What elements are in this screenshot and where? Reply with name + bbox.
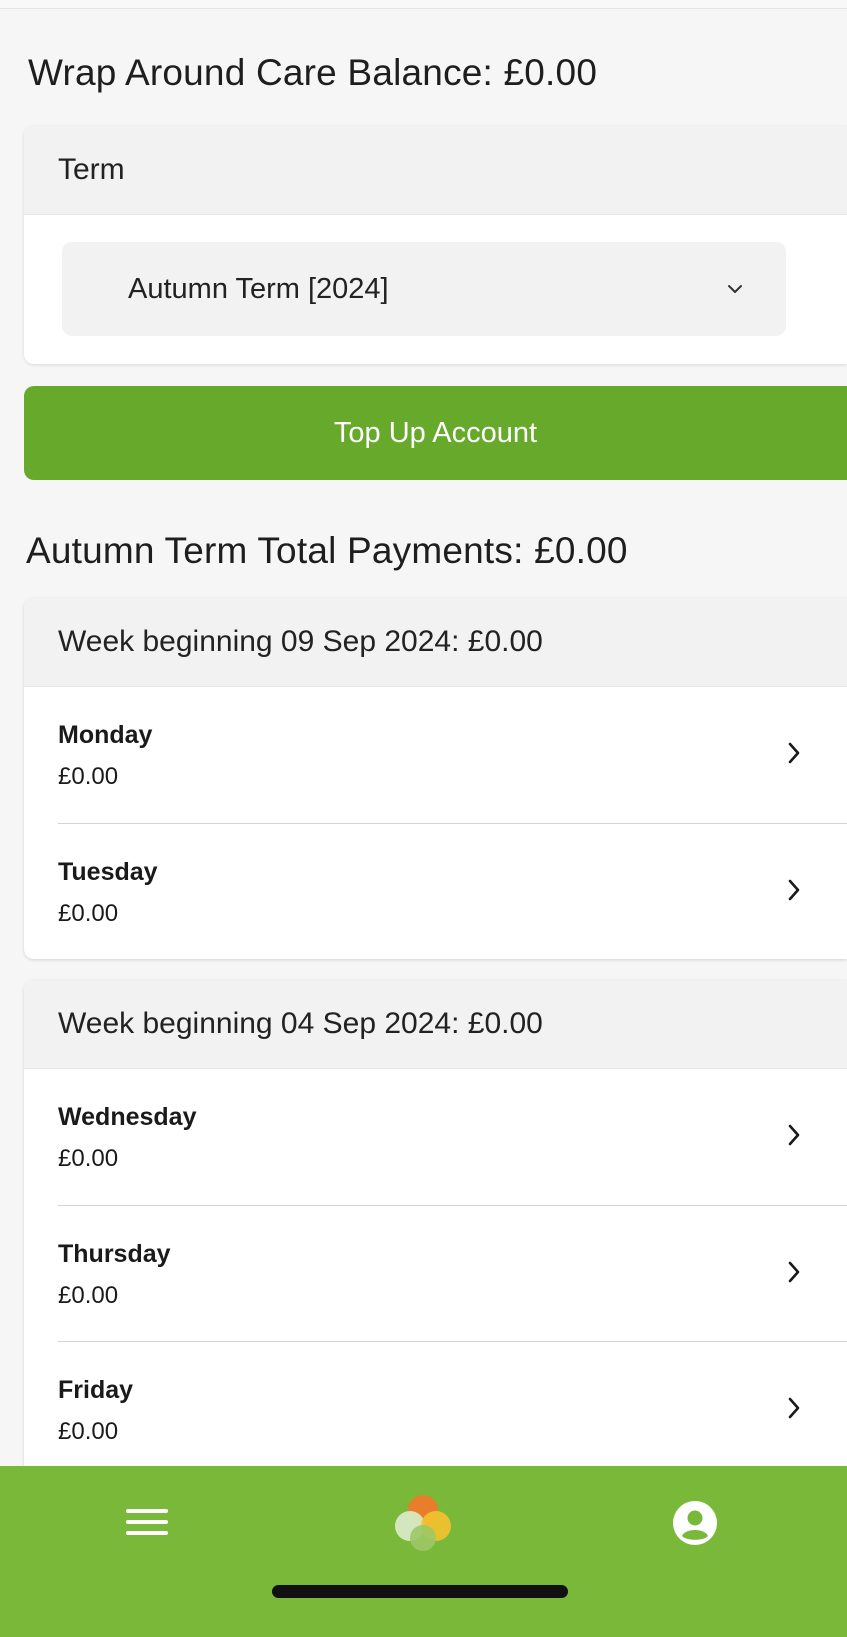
day-row-tuesday[interactable]: Tuesday £0.00 xyxy=(58,823,847,959)
day-row-wednesday[interactable]: Wednesday £0.00 xyxy=(58,1069,847,1205)
home-indicator xyxy=(272,1585,568,1598)
bottom-navigation xyxy=(0,1466,847,1637)
week-card: Week beginning 09 Sep 2024: £0.00 Monday… xyxy=(24,598,847,959)
day-amount: £0.00 xyxy=(58,763,119,790)
term-total-title: Autumn Term Total Payments: £0.00 xyxy=(26,530,628,571)
chevron-right-icon xyxy=(783,739,805,767)
status-area-divider xyxy=(0,0,847,9)
day-name: Wednesday xyxy=(58,1103,197,1131)
day-amount: £0.00 xyxy=(58,900,119,927)
chevron-right-icon xyxy=(783,876,805,904)
day-row-monday[interactable]: Monday £0.00 xyxy=(58,687,847,823)
day-amount: £0.00 xyxy=(58,1282,119,1309)
chevron-right-icon xyxy=(783,1121,805,1149)
week-card: Week beginning 04 Sep 2024: £0.00 Wednes… xyxy=(24,980,847,1477)
week-header: Week beginning 09 Sep 2024: £0.00 xyxy=(24,598,847,687)
day-name: Friday xyxy=(58,1376,134,1404)
day-name: Tuesday xyxy=(58,858,158,886)
day-amount: £0.00 xyxy=(58,1145,119,1172)
chevron-right-icon xyxy=(783,1394,805,1422)
chevron-down-icon xyxy=(724,278,746,300)
top-up-account-button[interactable]: Top Up Account xyxy=(24,386,847,480)
user-profile-icon[interactable] xyxy=(672,1500,718,1546)
day-row-friday[interactable]: Friday £0.00 xyxy=(58,1341,847,1477)
term-card-header: Term xyxy=(24,126,847,215)
term-select-value: Autumn Term [2024] xyxy=(128,272,389,305)
chevron-right-icon xyxy=(783,1258,805,1286)
day-amount: £0.00 xyxy=(58,1418,119,1445)
week-header: Week beginning 04 Sep 2024: £0.00 xyxy=(24,980,847,1069)
balance-title: Wrap Around Care Balance: £0.00 xyxy=(28,52,598,93)
day-name: Monday xyxy=(58,721,153,749)
day-name: Thursday xyxy=(58,1240,171,1268)
term-select[interactable]: Autumn Term [2024] xyxy=(62,242,786,336)
day-row-thursday[interactable]: Thursday £0.00 xyxy=(58,1205,847,1341)
hamburger-menu-icon[interactable] xyxy=(122,1502,172,1542)
term-card: Term Autumn Term [2024] xyxy=(24,126,847,364)
app-logo-icon[interactable] xyxy=(388,1488,458,1558)
